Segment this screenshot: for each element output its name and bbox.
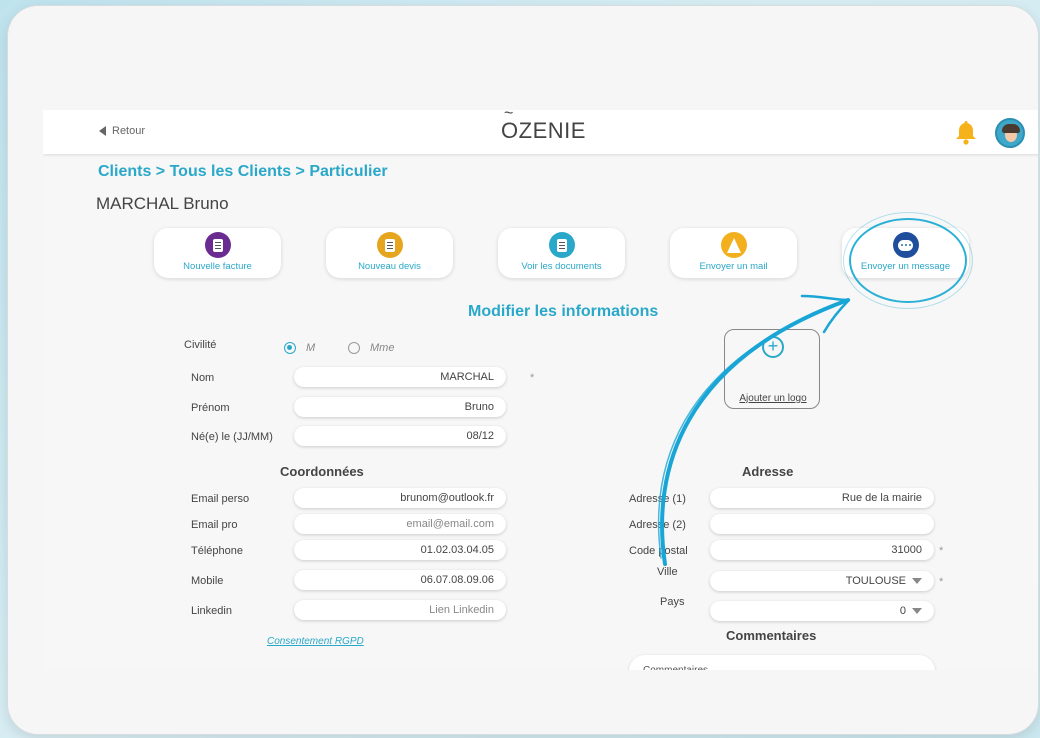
app-screen: Retour OZENIE Clients > Tous les Clients… <box>43 110 1038 670</box>
tablet-frame: Retour OZENIE Clients > Tous les Clients… <box>8 6 1038 734</box>
annotation-arrow <box>657 294 851 566</box>
